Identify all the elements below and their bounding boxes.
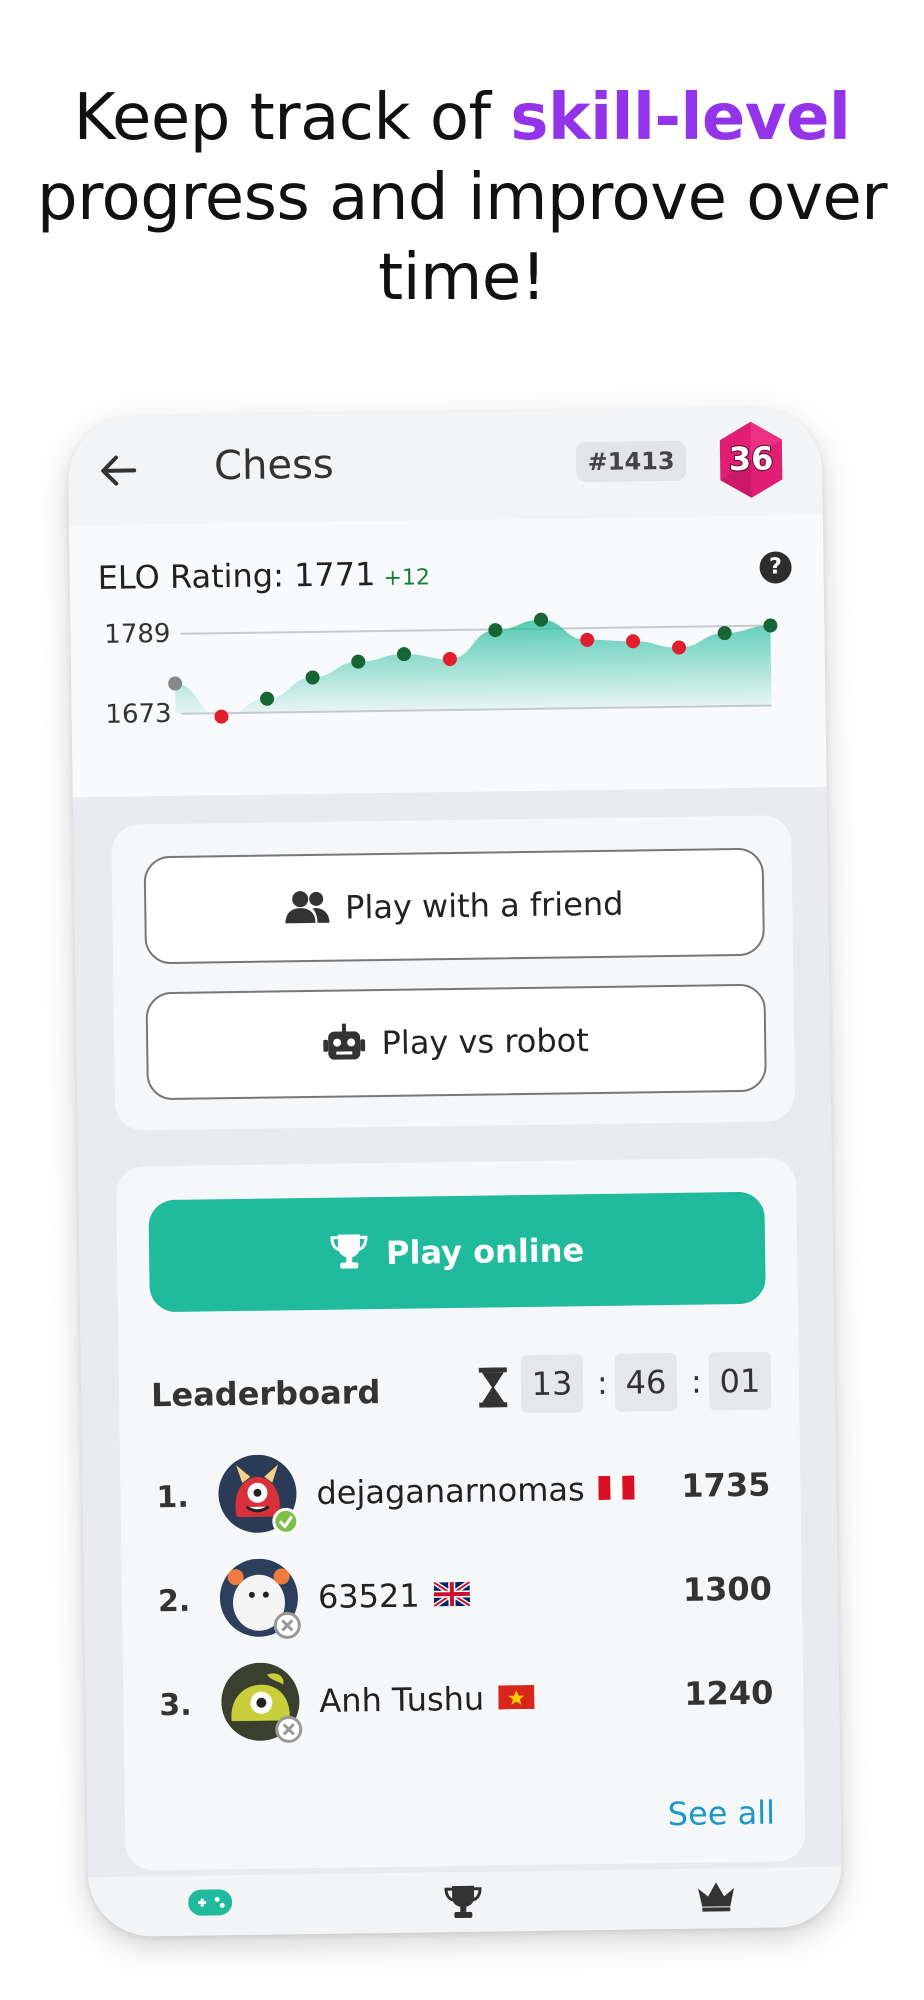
leaderboard-timer: 13 : 46 : 01 — [477, 1351, 772, 1416]
leaderboard-name: Anh Tushu — [319, 1679, 535, 1720]
timer-separator: : — [690, 1362, 702, 1401]
chart-y-tick-top: 1789 — [104, 619, 171, 650]
phone-frame: Chess #1413 36 ELO Rating: 1771 +12 ? 178… — [67, 406, 843, 1938]
page-title: Chess — [213, 441, 335, 490]
leaderboard-score: 1735 — [681, 1465, 771, 1505]
play-with-friend-button[interactable]: Play with a friend — [143, 847, 766, 965]
level-badge[interactable]: 36 — [716, 419, 787, 500]
online-card: Play online Leaderboard 13 : 46 : 01 1. — [115, 1157, 806, 1871]
hourglass-icon — [478, 1367, 508, 1408]
leaderboard-score: 1300 — [682, 1569, 773, 1609]
headline-text-1: Keep track of — [73, 81, 511, 155]
rank-badge: #1413 — [575, 440, 687, 483]
timer-separator: : — [596, 1363, 609, 1403]
avatar[interactable] — [219, 1558, 302, 1641]
level-number: 36 — [729, 439, 774, 478]
online-status-icon — [272, 1507, 300, 1535]
trophy-icon — [330, 1234, 368, 1269]
leaderboard-name: dejaganarnomas — [316, 1470, 635, 1512]
timer-minutes: 46 — [614, 1352, 678, 1412]
play-vs-robot-label: Play vs robot — [381, 1021, 590, 1063]
play-with-friend-label: Play with a friend — [344, 884, 624, 927]
leaderboard-title: Leaderboard — [150, 1373, 381, 1415]
elo-rating-label: ELO Rating: 1771 +12 — [97, 554, 430, 597]
help-icon[interactable]: ? — [759, 551, 792, 584]
chart-point — [214, 709, 229, 724]
leaderboard-row[interactable]: 2. 63521 1300 — [121, 1551, 802, 1650]
play-online-button[interactable]: Play online — [148, 1191, 766, 1313]
leaderboard-rank: 1. — [156, 1479, 190, 1516]
avatar[interactable] — [221, 1662, 304, 1745]
timer-seconds: 01 — [708, 1351, 772, 1411]
gamepad-icon[interactable] — [188, 1887, 233, 1918]
leaderboard-username: dejaganarnomas — [316, 1470, 585, 1512]
timer-hours: 13 — [520, 1354, 584, 1414]
see-all-link[interactable]: See all — [667, 1794, 775, 1833]
leaderboard-row[interactable]: 3. Anh Tushu 1240 — [123, 1655, 804, 1754]
vietnam-flag-icon — [498, 1684, 535, 1710]
crown-icon[interactable] — [696, 1880, 736, 1913]
bottom-nav — [87, 1866, 843, 1938]
elo-rating-value: ELO Rating: 1771 — [97, 555, 376, 597]
play-vs-robot-button[interactable]: Play vs robot — [145, 983, 767, 1101]
headline-highlight: skill-level — [510, 81, 851, 155]
play-options-card: Play with a friend Play vs robot — [111, 815, 796, 1131]
chart-gridline-top — [180, 624, 771, 635]
leaderboard-rank: 2. — [157, 1583, 191, 1620]
users-icon — [285, 891, 330, 924]
leaderboard-rank: 3. — [159, 1687, 192, 1724]
app-bar: Chess #1413 36 — [67, 406, 823, 526]
leaderboard-username: Anh Tushu — [319, 1679, 485, 1720]
leaderboard-row[interactable]: 1. dejaganarnomas 1735 — [120, 1447, 801, 1546]
headline-text-2: progress and improve over time! — [37, 161, 888, 315]
peru-flag-icon — [598, 1475, 635, 1501]
elo-chart: 1789 1673 — [104, 612, 778, 730]
chart-y-tick-bottom: 1673 — [105, 699, 172, 730]
headline: Keep track of skill-level progress and i… — [0, 78, 924, 318]
robot-icon — [323, 1023, 366, 1060]
rating-panel: ELO Rating: 1771 +12 ? 1789 1673 — [68, 514, 827, 798]
play-online-label: Play online — [385, 1231, 585, 1272]
elo-rating-delta: +12 — [383, 565, 431, 591]
leaderboard-username: 63521 — [317, 1576, 420, 1616]
avatar[interactable] — [218, 1454, 301, 1537]
back-arrow-icon[interactable] — [96, 448, 141, 493]
leaderboard-name: 63521 — [318, 1576, 470, 1616]
uk-flag-icon — [433, 1581, 470, 1607]
trophy-icon[interactable] — [444, 1884, 482, 1921]
leaderboard-score: 1240 — [683, 1673, 774, 1713]
